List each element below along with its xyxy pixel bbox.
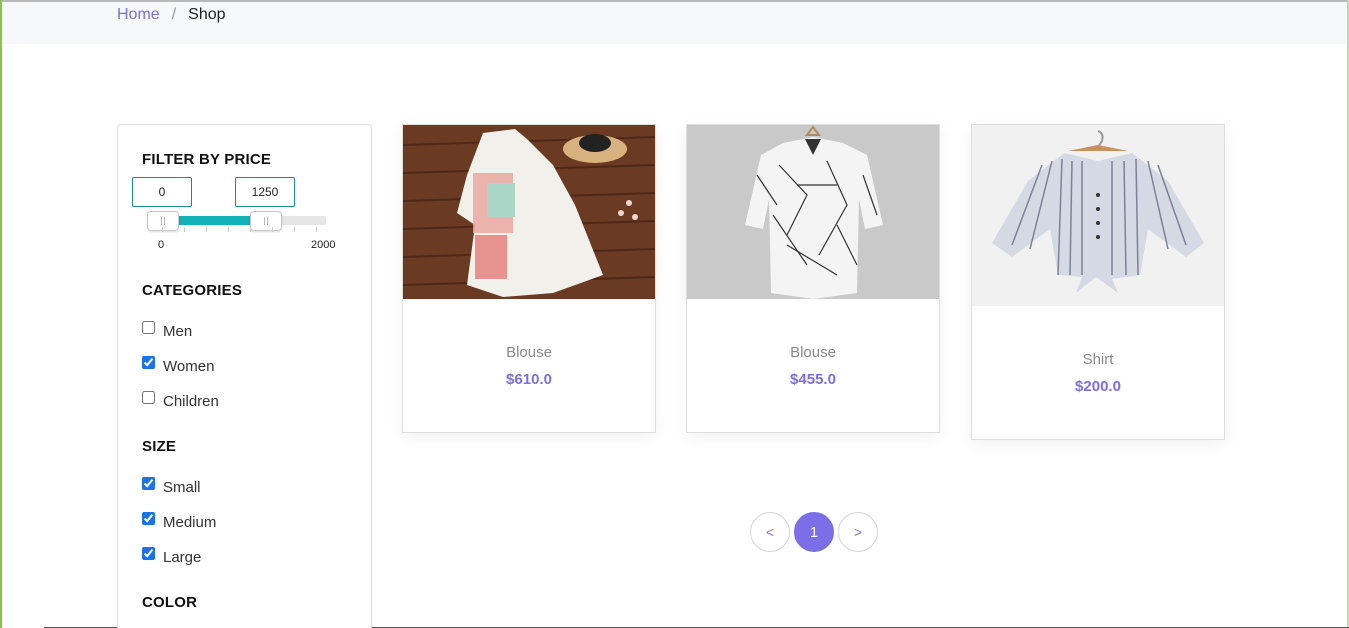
breadcrumb: Home / Shop: [117, 6, 226, 24]
size-large-label: Large: [163, 549, 202, 566]
grip-icon: [161, 217, 165, 225]
slider-tick: [228, 227, 229, 232]
product-price: $610.0: [506, 371, 552, 388]
min-price-input[interactable]: 0: [132, 177, 192, 207]
category-women[interactable]: Women: [142, 354, 214, 375]
category-children-checkbox[interactable]: [142, 391, 155, 404]
size-medium-label: Medium: [163, 514, 217, 531]
pagination-page-1[interactable]: 1: [794, 512, 834, 552]
max-price-input[interactable]: 1250: [235, 177, 295, 207]
size-large-checkbox[interactable]: [142, 547, 155, 560]
slider-tick: [162, 227, 163, 232]
slider-scale-min: 0: [158, 239, 165, 251]
category-women-checkbox[interactable]: [142, 356, 155, 369]
size-small-label: Small: [163, 479, 201, 496]
product-image[interactable]: [687, 125, 939, 299]
product-image[interactable]: [403, 125, 655, 299]
slider-tick: [294, 227, 295, 232]
breadcrumb-current: Shop: [188, 6, 226, 23]
breadcrumb-home-link[interactable]: Home: [117, 6, 160, 24]
category-men-label: Men: [163, 323, 193, 340]
category-children-label: Children: [163, 393, 219, 410]
slider-tick: [316, 227, 317, 232]
category-children[interactable]: Children: [142, 389, 219, 410]
product-price: $200.0: [1075, 378, 1121, 395]
product-name[interactable]: Shirt: [972, 351, 1224, 368]
category-women-label: Women: [163, 358, 215, 375]
price-filter-title: FILTER BY PRICE: [142, 151, 272, 168]
color-title: COLOR: [142, 594, 198, 611]
product-card[interactable]: Blouse $610.0: [402, 124, 656, 433]
window-left-border: [0, 0, 2, 628]
slider-tick: [184, 227, 185, 232]
product-price: $455.0: [790, 371, 836, 388]
category-men[interactable]: Men: [142, 319, 192, 340]
slider-tick: [206, 227, 207, 232]
product-name[interactable]: Blouse: [403, 344, 655, 361]
size-small[interactable]: Small: [142, 475, 201, 496]
price-slider-max-handle[interactable]: [250, 211, 282, 231]
breadcrumb-separator: /: [171, 6, 177, 23]
product-image[interactable]: [972, 125, 1224, 306]
product-card[interactable]: Shirt $200.0: [971, 124, 1225, 440]
breadcrumb-bar: Home / Shop: [2, 2, 1347, 44]
size-medium[interactable]: Medium: [142, 510, 216, 531]
size-large[interactable]: Large: [142, 545, 201, 566]
filter-sidebar: FILTER BY PRICE 0 1250 0 2000 CATEGORIES…: [117, 124, 372, 628]
size-title: SIZE: [142, 438, 177, 455]
grip-icon: [264, 217, 268, 225]
product-name[interactable]: Blouse: [687, 344, 939, 361]
pagination-prev-button[interactable]: <: [750, 512, 790, 552]
product-card[interactable]: Blouse $455.0: [686, 124, 940, 433]
slider-scale-max: 2000: [311, 239, 336, 251]
slider-tick: [272, 227, 273, 232]
category-men-checkbox[interactable]: [142, 321, 155, 334]
slider-tick: [250, 227, 251, 232]
size-medium-checkbox[interactable]: [142, 512, 155, 525]
categories-title: CATEGORIES: [142, 282, 243, 299]
price-slider-min-handle[interactable]: [147, 211, 179, 231]
size-small-checkbox[interactable]: [142, 477, 155, 490]
pagination-next-button[interactable]: >: [838, 512, 878, 552]
